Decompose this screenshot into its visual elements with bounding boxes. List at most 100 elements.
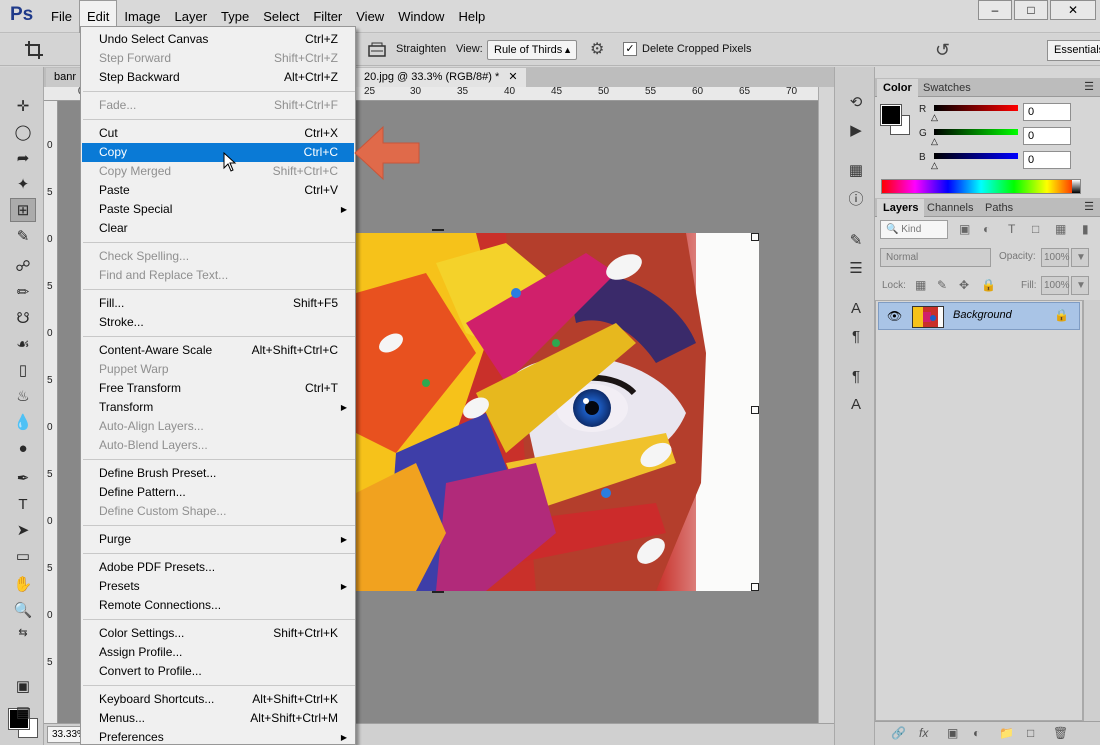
paragraph-icon[interactable]: ¶	[845, 325, 867, 347]
restore-button[interactable]: □	[1014, 0, 1048, 20]
layer-name[interactable]: Background	[953, 309, 1012, 321]
eyedropper-tool-icon[interactable]: ✎	[10, 224, 36, 248]
channel-value-g[interactable]: 0	[1023, 127, 1071, 145]
crop-tool-button-icon[interactable]: ⊞	[10, 198, 36, 222]
channel-slider-g[interactable]	[934, 129, 1018, 135]
filter-kind-select[interactable]: 🔍 Kind	[880, 220, 948, 239]
slider-thumb-icon[interactable]: △	[931, 137, 939, 146]
slider-thumb-icon[interactable]: △	[931, 113, 939, 122]
dodge-tool-icon[interactable]: ●	[10, 436, 36, 460]
menu-item-copy[interactable]: Copy Ctrl+C	[82, 143, 354, 162]
screen-mode-icon[interactable]: ▤	[10, 700, 36, 724]
marquee-tool-icon[interactable]: ◯	[10, 120, 36, 144]
menu-item-define-pattern[interactable]: Define Pattern...	[82, 483, 354, 502]
menu-window[interactable]: Window	[391, 0, 451, 33]
fill-dropdown-icon[interactable]: ▼	[1071, 276, 1089, 295]
zoom-tool-icon[interactable]: 🔍	[10, 598, 36, 622]
straighten-icon[interactable]	[368, 42, 386, 58]
opacity-dropdown-icon[interactable]: ▼	[1071, 248, 1089, 267]
history-brush-tool-icon[interactable]: ☙	[10, 332, 36, 356]
menu-item-stroke[interactable]: Stroke...	[82, 313, 354, 332]
new-group-icon[interactable]: 📁	[999, 726, 1014, 740]
menu-item-convert-to-profile[interactable]: Convert to Profile...	[82, 662, 354, 681]
paint-bucket-tool-icon[interactable]: ♨	[10, 384, 36, 408]
color-spectrum-ramp[interactable]	[881, 179, 1081, 194]
workspace-select[interactable]: Essentials	[1047, 40, 1100, 61]
crop-handle-right[interactable]	[751, 406, 759, 414]
reset-icon[interactable]: ↺	[935, 40, 950, 61]
menu-item-assign-profile[interactable]: Assign Profile...	[82, 643, 354, 662]
vertical-scrollbar[interactable]	[818, 87, 834, 723]
layer-row[interactable]: 👁 Background 🔒	[878, 302, 1080, 330]
channel-slider-r[interactable]	[934, 105, 1018, 111]
lock-position-icon[interactable]: ✥	[959, 278, 969, 292]
eye-icon[interactable]: 👁	[887, 309, 902, 323]
minimize-button[interactable]: –	[978, 0, 1012, 20]
fx-icon[interactable]: fx	[919, 726, 928, 740]
rectangle-tool-icon[interactable]: ▭	[10, 544, 36, 568]
link-layers-icon[interactable]: 🔗	[891, 726, 906, 740]
layers-panel-menu-icon[interactable]: ☰	[1084, 200, 1094, 213]
straighten-label[interactable]: Straighten	[396, 43, 446, 55]
menu-item-fill[interactable]: Fill... Shift+F5	[82, 294, 354, 313]
bw-ramp[interactable]	[1072, 180, 1080, 193]
path-selection-tool-icon[interactable]: ➤	[10, 518, 36, 542]
document-tab-active[interactable]: 20.jpg @ 33.3% (RGB/8#) * ✕	[356, 68, 526, 87]
brush-tool-icon[interactable]: ✏	[10, 280, 36, 304]
swap-colors-icon[interactable]: ⇆	[10, 620, 36, 644]
crop-handle-bottom[interactable]	[432, 589, 444, 593]
add-mask-icon[interactable]: ▣	[947, 726, 958, 740]
clone-stamp-tool-icon[interactable]: ☋	[10, 306, 36, 330]
menu-item-content-aware-scale[interactable]: Content-Aware Scale Alt+Shift+Ctrl+C	[82, 341, 354, 360]
tab-layers[interactable]: Layers	[877, 199, 925, 217]
menu-item-adobe-pdf-presets[interactable]: Adobe PDF Presets...	[82, 558, 354, 577]
gear-icon[interactable]: ⚙	[590, 41, 608, 59]
filter-toggle-icon[interactable]: ▮	[1082, 222, 1089, 236]
panel-menu-icon[interactable]: ☰	[1084, 80, 1094, 93]
lock-image-icon[interactable]: ✎	[937, 278, 947, 292]
info-icon[interactable]: ⓘ	[845, 187, 867, 209]
close-tab-icon[interactable]: ✕	[508, 71, 517, 83]
crop-handle-bottom-right[interactable]	[751, 583, 759, 591]
delete-layer-icon[interactable]: 🗑	[1053, 726, 1068, 740]
menu-item-transform[interactable]: Transform ▶	[82, 398, 354, 417]
document-tab-inactive[interactable]: banr	[46, 68, 85, 87]
fill-field[interactable]: 100%	[1041, 276, 1070, 295]
lock-all-icon[interactable]: 🔒	[981, 278, 996, 292]
view-overlay-select[interactable]: Rule of Thirds ▲	[487, 40, 577, 60]
3d-icon[interactable]: ▦	[845, 159, 867, 181]
lasso-tool-icon[interactable]: ➦	[10, 146, 36, 170]
menu-item-keyboard-shortcuts[interactable]: Keyboard Shortcuts... Alt+Shift+Ctrl+K	[82, 690, 354, 709]
channel-slider-b[interactable]	[934, 153, 1018, 159]
paragraph-styles-icon[interactable]: ¶	[845, 365, 867, 387]
menu-item-define-brush-preset[interactable]: Define Brush Preset...	[82, 464, 354, 483]
history-icon[interactable]: ⟲	[845, 91, 867, 113]
menu-item-step-backward[interactable]: Step Backward Alt+Ctrl+Z	[82, 68, 354, 87]
brush-presets-icon[interactable]: ✎	[845, 229, 867, 251]
crop-tool-icon[interactable]	[24, 40, 44, 60]
hand-tool-icon[interactable]: ✋	[10, 572, 36, 596]
channel-value-r[interactable]: 0	[1023, 103, 1071, 121]
healing-brush-tool-icon[interactable]: ☍	[10, 254, 36, 278]
menu-item-paste[interactable]: Paste Ctrl+V	[82, 181, 354, 200]
menu-item-free-transform[interactable]: Free Transform Ctrl+T	[82, 379, 354, 398]
filter-smart-object-icon[interactable]: ▦	[1055, 222, 1066, 236]
menu-item-presets[interactable]: Presets ▶	[82, 577, 354, 596]
crop-handle-top[interactable]	[432, 229, 444, 233]
actions-play-icon[interactable]: ▶	[845, 119, 867, 141]
delete-cropped-checkbox[interactable]: ✓	[623, 42, 637, 56]
slider-thumb-icon[interactable]: △	[931, 161, 939, 170]
menu-item-preferences[interactable]: Preferences ▶	[82, 728, 354, 744]
adjustment-layer-icon[interactable]: ◐	[973, 726, 980, 740]
tab-channels[interactable]: Channels	[921, 199, 979, 217]
lock-transparent-icon[interactable]: ▦	[915, 278, 926, 292]
close-button[interactable]: ✕	[1050, 0, 1096, 20]
crop-handle-top-right[interactable]	[751, 233, 759, 241]
blur-tool-icon[interactable]: 💧	[10, 410, 36, 434]
type-tool-icon[interactable]: T	[10, 492, 36, 516]
quick-mask-icon[interactable]: ▣	[10, 674, 36, 698]
filter-pixel-icon[interactable]: ▣	[959, 222, 970, 236]
eraser-tool-icon[interactable]: ▯	[10, 358, 36, 382]
layers-scrollbar[interactable]	[1083, 300, 1100, 721]
tab-color[interactable]: Color	[877, 79, 918, 97]
